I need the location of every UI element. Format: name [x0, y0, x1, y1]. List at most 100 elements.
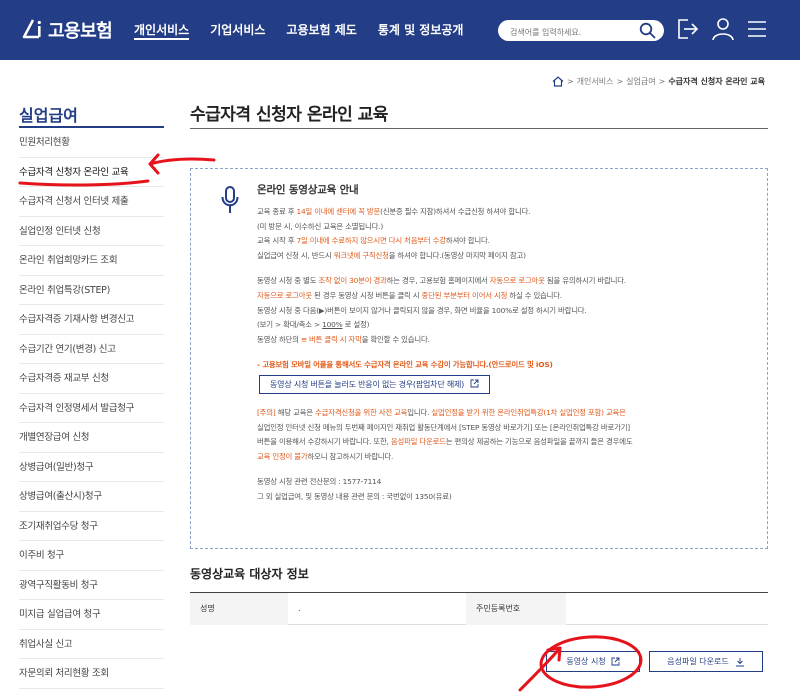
notice-highlight: 음성파일 다운로드: [390, 437, 446, 447]
sidebar-item-sickness-benefit[interactable]: 상병급여(일반)청구: [19, 453, 164, 482]
rrn-label: 주민등록번호: [466, 593, 566, 625]
notice-highlight: 중단된 부분부터 이어서 시청: [421, 290, 508, 300]
nav-personal-services[interactable]: 개인서비스: [134, 0, 190, 60]
sidebar-item-unpaid-benefit[interactable]: 미지급 실업급여 청구: [19, 600, 164, 630]
watch-video-label: 동영상 시청: [566, 657, 606, 666]
notice-text: (신분증 필수 지참)하셔서 수급신청 하셔야 합니다.: [380, 207, 531, 216]
sidebar-item-advisory-status[interactable]: 자문의뢰 처리현황 조회: [19, 659, 164, 689]
user-icon[interactable]: [711, 16, 735, 42]
notice-highlight: [주의]: [257, 407, 276, 417]
notice-highlight: 7일 이내에 수료하지 않으시면 다시 처음부터 수강: [296, 236, 446, 246]
breadcrumb-separator: >: [566, 77, 574, 86]
notice-text: 을 확인할 수 있습니다.: [361, 334, 430, 344]
breadcrumb-separator: >: [616, 77, 624, 86]
sidebar-item-job-hope-card[interactable]: 온라인 취업희망카드 조회: [19, 246, 164, 276]
section-title: 동영상교육 대상자 정보: [190, 567, 309, 581]
notice-line: 동영상 하단의 ≡ 버튼 클릭 시 자막을 확인할 수 있습니다.: [257, 333, 757, 348]
notice-title: 온라인 동영상교육 안내: [257, 184, 359, 196]
name-value: .: [298, 604, 301, 613]
notice-highlight: 실업인정을 받기 위한 온라인취업특강(1차 실업인정 포함) 교육은: [431, 407, 626, 417]
sidebar-item-maternity-sickness-benefit[interactable]: 상병급여(출산시)청구: [19, 482, 164, 512]
sidebar-item-job-search-expense[interactable]: 광역구직활동비 청구: [19, 571, 164, 600]
sidebar-item-change-report[interactable]: 수급자격증 기재사항 변경신고: [19, 305, 164, 335]
popup-unblock-button[interactable]: 동영상 시청 버튼을 눌러도 반응이 없는 경우(팝업차단 해제): [259, 374, 491, 394]
notice-line: 동영상 시청 중 별도 조작 없이 30분이 경과하는 경우, 고용보험 홈페이…: [257, 274, 757, 289]
notice-text: 됨을 유의하시기 바랍니다.: [544, 276, 626, 286]
sidebar-item-unemployment-recognition[interactable]: 실업인정 인터넷 신청: [19, 217, 164, 246]
notice-text: 동영상 하단의: [257, 334, 301, 344]
home-icon[interactable]: [552, 76, 564, 87]
notice-text: 된 경우 동영상 시청 버튼을 클릭 시: [311, 290, 422, 300]
mobile-app-notice: - 고용보험 모바일 어플을 통해서도 수급자격 온라인 교육 수강이 가능합니…: [257, 360, 553, 370]
sidebar-item-employment-report[interactable]: 취업사실 신고: [19, 630, 164, 659]
notice-text: 입니다.: [407, 407, 432, 417]
nav-business-services[interactable]: 기업서비스: [210, 0, 265, 60]
logo-text: 고용보험: [48, 21, 113, 42]
breadcrumb: > 개인서비스 > 실업급여 > 수급자격 신청자 온라인 교육: [552, 76, 765, 87]
notice-line: 동영상 시청 중 다음(▶)버튼이 보이지 않거나 클릭되지 않을 경우, 화면…: [257, 305, 587, 315]
notice-line: 교육 인정이 불가하오니 참고하시기 바랍니다.: [257, 450, 757, 465]
sidebar-item-statement-request[interactable]: 수급자격 인정명세서 발급청구: [19, 394, 164, 423]
target-info-table: 성명 . 주민등록번호: [190, 592, 768, 625]
sidebar-item-early-reemployment[interactable]: 조기재취업수당 청구: [19, 512, 164, 541]
sidebar-item-extended-benefit[interactable]: 개별연장급여 신청: [19, 423, 164, 453]
search-box: [498, 20, 664, 43]
notice-text: 해당 교육은: [275, 407, 316, 417]
nav-statistics[interactable]: 통계 및 정보공개: [378, 0, 464, 60]
top-header: 고용보험 개인서비스 기업서비스 고용보험 제도 통계 및 정보공개: [0, 0, 800, 60]
notice-text: 실업급여 신청 시, 반드시: [257, 250, 334, 260]
search-input[interactable]: [510, 22, 640, 43]
notice-text: 는 편의상 제공하는 기능으로 음성파일을 끝까지 들은 경우에도: [445, 437, 633, 447]
notice-text: 버튼을 이용해서 수강하시기 바랍니다. 또한,: [257, 437, 391, 447]
search-icon[interactable]: [639, 22, 656, 39]
sidebar-item-reissue[interactable]: 수급자격증 재교부 신청: [19, 364, 164, 394]
notice-text: 동영상 시청 중 별도: [257, 276, 319, 286]
breadcrumb-item[interactable]: 개인서비스: [577, 76, 614, 87]
notice-text: 하오니 참고하시기 바랍니다.: [307, 451, 394, 461]
notice-text: (보기 > 확대/축소 >: [257, 320, 323, 330]
sidebar-item-application-submit[interactable]: 수급자격 신청서 인터넷 제출: [19, 187, 164, 217]
notice-text: 로 설정): [342, 320, 370, 330]
sidebar-item-complaint-status[interactable]: 민원처리현황: [19, 128, 164, 158]
notice-highlight: 교육 인정이 불가: [257, 451, 308, 461]
notice-line: (보기 > 확대/축소 > 100% 로 설정): [257, 318, 757, 333]
notice-text: 교육 시작 후: [257, 236, 297, 246]
sidebar-item-period-extension[interactable]: 수급기간 연기(변경) 신고: [19, 335, 164, 364]
notice-line: 교육 시작 후 7일 이내에 수료하지 않으시면 다시 처음부터 수강하셔야 합…: [257, 234, 757, 249]
audio-download-label: 음성파일 다운로드: [667, 657, 729, 666]
audio-download-button[interactable]: 음성파일 다운로드: [649, 651, 763, 672]
download-icon: [735, 657, 744, 666]
page-title: 수급자격 신청자 온라인 교육: [190, 105, 388, 125]
title-divider: [190, 128, 768, 129]
notice-highlight: 자동으로 로그아웃: [257, 290, 312, 300]
breadcrumb-item[interactable]: 실업급여: [626, 76, 655, 87]
notice-highlight: 자동으로 로그아웃: [489, 276, 545, 286]
menu-icon[interactable]: [746, 16, 768, 42]
notice-text: 을 하셔야 합니다.(동영상 마지막 페이지 참고): [388, 250, 526, 260]
notice-text: 하는 경우, 고용보험 홈페이지에서: [386, 276, 490, 286]
breadcrumb-current: 수급자격 신청자 온라인 교육: [668, 77, 765, 86]
watch-video-button[interactable]: 동영상 시청: [546, 651, 640, 672]
notice-text: 교육 종료 후: [257, 207, 297, 216]
login-icon[interactable]: [676, 16, 700, 42]
notice-box: 온라인 동영상교육 안내 교육 종료 후 14일 이내에 센터에 꼭 방문(신분…: [190, 168, 768, 549]
microphone-icon: [221, 186, 239, 213]
sidebar-item-online-education[interactable]: 수급자격 신청자 온라인 교육: [19, 158, 164, 187]
notice-text: 100%: [322, 320, 343, 330]
notice-line: 버튼을 이용해서 수강하시기 바랍니다. 또한, 음성파일 다운로드는 편의상 …: [257, 435, 757, 450]
popup-unblock-label: 동영상 시청 버튼을 눌러도 반응이 없는 경우(팝업차단 해제): [270, 379, 465, 389]
main-nav: 개인서비스 기업서비스 고용보험 제도 통계 및 정보공개: [134, 0, 484, 60]
logo-mark-icon: [22, 19, 41, 39]
notice-line: 자동으로 로그아웃 된 경우 동영상 시청 버튼을 클릭 시 중단된 부분부터 …: [257, 289, 757, 304]
sidebar-item-relocation-expense[interactable]: 이주비 청구: [19, 541, 164, 571]
nav-insurance-system[interactable]: 고용보험 제도: [286, 0, 356, 60]
notice-line: 실업급여 신청 시, 반드시 워크넷에 구직신청을 하셔야 합니다.(동영상 마…: [257, 249, 757, 264]
notice-line: 실업인정 인터넷 신청 메뉴의 두번째 페이지인 재취업 활동단계에서 [STE…: [257, 422, 630, 432]
notice-highlight: 조작 없이 30분이 경과: [318, 276, 387, 286]
logo[interactable]: 고용보험: [18, 15, 113, 45]
notice-line: [주의] 해당 교육은 수급자격신청을 위한 사전 교육입니다. 실업인정을 받…: [257, 406, 757, 421]
sidebar-item-step-lecture[interactable]: 온라인 취업특강(STEP): [19, 276, 164, 305]
notice-text: 하셔야 합니다.: [445, 236, 490, 246]
